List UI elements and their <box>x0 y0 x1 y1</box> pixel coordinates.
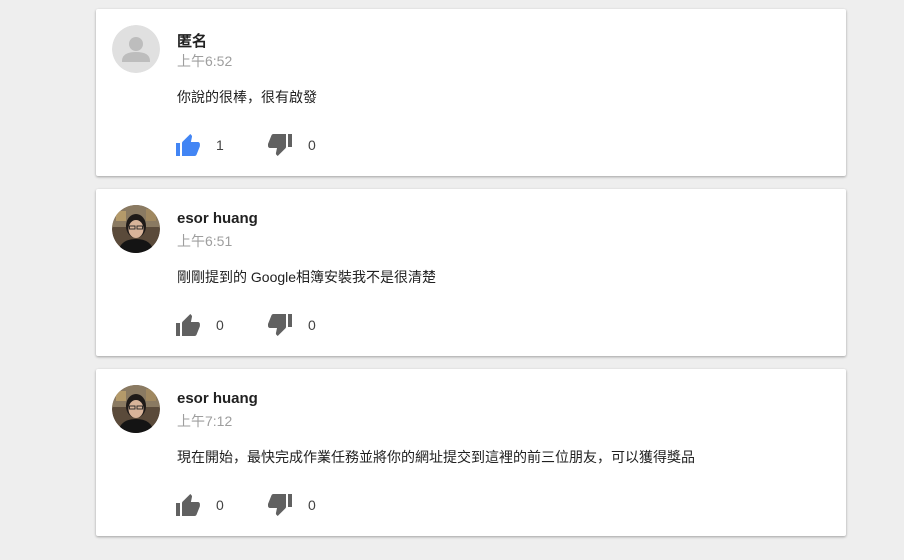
user-avatar[interactable] <box>112 205 160 253</box>
comment-author[interactable]: esor huang <box>177 390 258 407</box>
thumbs-down-icon <box>268 134 292 156</box>
thumbs-up-icon <box>176 494 200 516</box>
comment-author[interactable]: esor huang <box>177 210 258 227</box>
comment-card: esor huang 上午6:51 剛剛提到的 Google相簿安裝我不是很清楚… <box>96 189 846 356</box>
comment-text: 你說的很棒，很有啟發 <box>177 89 317 105</box>
comment-timestamp: 上午7:12 <box>177 413 233 429</box>
like-count: 1 <box>216 137 224 153</box>
dislike-button[interactable]: 0 <box>268 134 316 156</box>
comment-text: 現在開始，最快完成作業任務並將你的網址提交到這裡的前三位朋友，可以獲得獎品 <box>177 449 695 465</box>
comment-timestamp: 上午6:52 <box>177 53 233 69</box>
comment-timestamp: 上午6:51 <box>177 233 233 249</box>
default-avatar-icon[interactable] <box>112 25 160 73</box>
dislike-count: 0 <box>308 317 316 333</box>
dislike-button[interactable]: 0 <box>268 314 316 336</box>
dislike-count: 0 <box>308 497 316 513</box>
comment-text: 剛剛提到的 Google相簿安裝我不是很清楚 <box>177 269 437 285</box>
thumbs-up-icon <box>176 134 200 156</box>
dislike-button[interactable]: 0 <box>268 494 316 516</box>
like-button[interactable]: 1 <box>176 134 224 156</box>
comment-card: 匿名 上午6:52 你說的很棒，很有啟發 1 0 <box>96 9 846 176</box>
dislike-count: 0 <box>308 137 316 153</box>
comment-card: esor huang 上午7:12 現在開始，最快完成作業任務並將你的網址提交到… <box>96 369 846 536</box>
like-count: 0 <box>216 317 224 333</box>
thumbs-down-icon <box>268 494 292 516</box>
like-count: 0 <box>216 497 224 513</box>
user-avatar[interactable] <box>112 385 160 433</box>
comment-author[interactable]: 匿名 <box>177 30 207 51</box>
thumbs-down-icon <box>268 314 292 336</box>
like-button[interactable]: 0 <box>176 494 224 516</box>
like-button[interactable]: 0 <box>176 314 224 336</box>
thumbs-up-icon <box>176 314 200 336</box>
